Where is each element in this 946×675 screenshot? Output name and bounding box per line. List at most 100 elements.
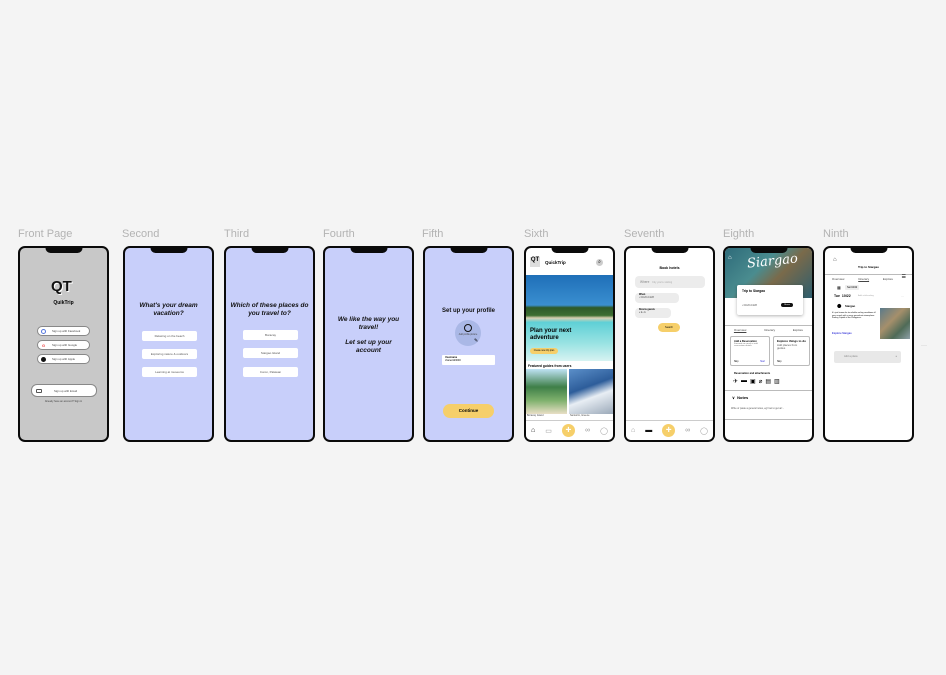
avatar-upload[interactable]: Add profile picture ✎ xyxy=(455,320,481,346)
logo: QT xyxy=(530,257,540,267)
list-icon[interactable]: ≡ xyxy=(895,351,897,363)
option-button[interactable]: Relaxing on the beach xyxy=(142,331,197,341)
home-icon[interactable]: ⌂ xyxy=(631,427,635,434)
guests-value: 1 xyxy=(644,311,646,314)
frame-fifth[interactable]: Set up your profile Add profile picture … xyxy=(423,246,514,442)
option-button[interactable]: Boracay xyxy=(243,330,298,340)
rooms-value: 1 xyxy=(640,311,642,314)
option-button[interactable]: Learning at museums xyxy=(142,367,197,377)
chevron-down-icon[interactable]: ∨ xyxy=(732,395,735,400)
where-field[interactable]: Where City you're visiting xyxy=(635,276,705,288)
lodging-icon[interactable]: ▬ xyxy=(741,378,747,385)
notes-input[interactable]: Write or paste a general notes, eg how t… xyxy=(731,407,784,410)
link-icon[interactable]: ∞ xyxy=(585,427,590,434)
card-text: Forward an email or add reservation deta… xyxy=(734,343,758,347)
email-signup-button[interactable]: Sign up with Email xyxy=(31,384,97,397)
facebook-signup-button[interactable]: Sign up with Facebook xyxy=(37,326,90,336)
menu-icon[interactable]: ☰ xyxy=(902,274,906,280)
username-field[interactable]: Username chanel123000 xyxy=(442,355,495,365)
frame-label[interactable]: Front Page xyxy=(18,228,72,240)
frame-third[interactable]: Which of these places do you travel to? … xyxy=(224,246,315,442)
create-trip-button[interactable]: Create new trip plan xyxy=(530,348,558,354)
frame-label[interactable]: Seventh xyxy=(624,228,664,240)
title: Trip to Siargao xyxy=(857,265,879,269)
google-signup-button[interactable]: G Sign up with Google xyxy=(37,340,90,350)
explore-link[interactable]: Explore Siargao xyxy=(832,332,852,335)
edit-icon[interactable]: ✎ xyxy=(474,338,478,344)
continue-button[interactable]: Continue xyxy=(443,404,494,418)
option-button[interactable]: Exploring nature & outdoors xyxy=(142,349,197,359)
explore-card[interactable]: Explore things to do Add places from gui… xyxy=(773,336,810,366)
calendar-icon[interactable]: ▦ xyxy=(837,285,841,290)
tab-explore[interactable]: Explore xyxy=(883,277,893,281)
frame-label[interactable]: Sixth xyxy=(524,228,548,240)
car-icon[interactable]: ▣ xyxy=(750,378,756,385)
frame-label[interactable]: Ninth xyxy=(823,228,849,240)
profile-icon[interactable]: ◯ xyxy=(600,427,608,435)
profile-icon[interactable]: ◯ xyxy=(700,427,708,435)
where-placeholder: City you're visiting xyxy=(652,281,673,284)
frame-eighth[interactable]: ⌂ Siargao Trip to Siargao ▪ 04/20-04/28 … xyxy=(723,246,814,442)
bed-icon[interactable]: ▭ xyxy=(545,427,552,435)
frame-ninth[interactable]: ⌂ Trip to Siargao Overview Itinerary Explo… xyxy=(823,246,914,442)
share-button[interactable]: Share xyxy=(781,303,793,307)
tab-itinerary[interactable]: Itinerary xyxy=(858,277,869,281)
trip-title: Trip to Siargao xyxy=(742,289,766,293)
frame-front-page[interactable]: QT QuikTrip Sign up with Facebook G Sign … xyxy=(18,246,109,442)
link-icon[interactable]: ∞ xyxy=(685,427,690,434)
tab-overview[interactable]: Overview xyxy=(734,328,747,332)
skip-link[interactable]: Skip xyxy=(777,361,781,363)
guide-card[interactable] xyxy=(526,369,567,414)
avatar-caption: Add profile picture xyxy=(458,334,478,336)
frame-second[interactable]: What's your dream vacation? Relaxing on … xyxy=(123,246,214,442)
start-link[interactable]: Start xyxy=(760,361,765,363)
apple-signup-button[interactable]: Sign up with Apple xyxy=(37,354,90,364)
add-button[interactable]: + xyxy=(561,424,575,437)
bus-icon[interactable]: ▥ xyxy=(774,378,780,385)
frame-sixth[interactable]: QT QuickTrip ⌕ Plan your next adventure … xyxy=(524,246,615,442)
tab-explore[interactable]: Explore xyxy=(793,328,803,332)
search-icon[interactable]: ⌕ xyxy=(596,259,603,266)
label: Sign up with Facebook xyxy=(52,329,81,333)
frame-label[interactable]: Eighth xyxy=(723,228,754,240)
attachment-icon[interactable]: ⌀ xyxy=(759,378,763,385)
frame-label[interactable]: Second xyxy=(122,228,159,240)
home-icon[interactable]: ⌂ xyxy=(833,257,837,263)
tabs: Overview Itinerary Explore xyxy=(825,274,912,281)
frame-label[interactable]: Third xyxy=(224,228,249,240)
trip-card[interactable]: Trip to Siargao ▪ 04/20-04/28 Share xyxy=(737,285,803,315)
guide-title: Boracay Island xyxy=(527,414,544,417)
guide-card[interactable] xyxy=(569,369,613,414)
card-text: Add places from guides xyxy=(777,342,798,350)
when-field[interactable]: When ▪ 04/20-04/28 xyxy=(635,293,679,303)
search-button[interactable]: Search xyxy=(658,323,680,332)
frame-fourth[interactable]: We like the way you travel! Let set up y… xyxy=(323,246,414,442)
divider xyxy=(725,419,812,420)
frame-seventh[interactable]: Book hotels Where City you're visiting W… xyxy=(624,246,715,442)
tab-itinerary[interactable]: Itinerary xyxy=(764,328,775,332)
tab-overview[interactable]: Overview xyxy=(832,277,845,281)
reservation-card[interactable]: Add a Reservation Forward an email or ad… xyxy=(730,336,770,366)
signin-link[interactable]: Already have an account? Sign in xyxy=(20,400,107,403)
skip-link[interactable]: Skip xyxy=(734,361,738,363)
option-button[interactable]: Coron, Palawan xyxy=(243,367,298,377)
flight-icon[interactable]: ✈ xyxy=(733,378,738,385)
more-frames-icon[interactable]: ··· xyxy=(921,343,927,349)
option-button[interactable]: Siargao Island xyxy=(243,348,298,358)
section-title: Featured guides from users xyxy=(528,364,572,368)
home-icon[interactable]: ⌂ xyxy=(531,427,535,434)
add-button[interactable]: + xyxy=(662,424,676,437)
home-icon[interactable]: ⌂ xyxy=(728,255,732,261)
add-place-input[interactable]: Add a place ≡ xyxy=(834,351,901,363)
more-icon[interactable]: … xyxy=(901,294,904,298)
bed-icon[interactable]: ▬ xyxy=(645,427,652,434)
notes-section[interactable]: ∨ Notes xyxy=(725,390,812,404)
bottom-nav: ⌂ ▭ + ∞ ◯ xyxy=(526,420,613,440)
subheading-input[interactable]: Add subheading xyxy=(858,295,874,297)
rooms-guests-field[interactable]: Rooms guests ▪ 1 ▪ 1 xyxy=(635,308,671,318)
title: Set up your profile xyxy=(441,308,495,314)
frame-label[interactable]: Fifth xyxy=(422,228,443,240)
train-icon[interactable]: ▤ xyxy=(765,378,771,385)
date-chip[interactable]: Sat 04/22 xyxy=(845,285,860,290)
frame-label[interactable]: Fourth xyxy=(323,228,355,240)
